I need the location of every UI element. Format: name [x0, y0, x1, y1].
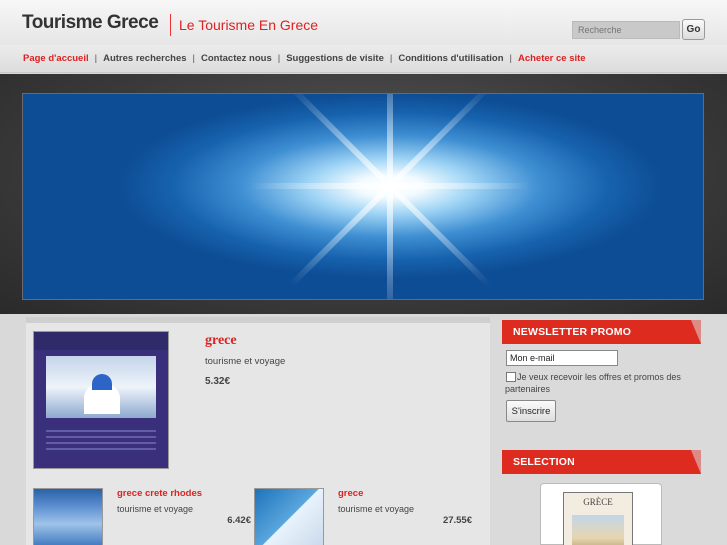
newsletter-form: Je veux recevoir les offres et promos de… — [502, 344, 701, 424]
product-card: grece crete rhodes tourisme et voyage 6.… — [33, 488, 253, 545]
title-divider — [170, 14, 171, 36]
email-field[interactable] — [506, 350, 618, 366]
sidebar: NEWSLETTER PROMO Je veux recevoir les of… — [491, 317, 727, 545]
main-nav: Page d'accueil | Autres recherches | Con… — [0, 45, 727, 73]
search-button[interactable]: Go — [682, 19, 705, 40]
partner-offers-label: Je veux recevoir les offres et promos de… — [505, 372, 681, 394]
product-description: tourisme et voyage — [338, 504, 415, 514]
product-image[interactable] — [254, 488, 324, 545]
newsletter-heading-text: NEWSLETTER PROMO — [513, 326, 632, 338]
book-cover-title: GRÈCE — [583, 497, 613, 507]
subscribe-button[interactable]: S'inscrire — [506, 400, 556, 422]
nav-separator: | — [277, 53, 281, 64]
selection-book-cover[interactable]: GRÈCE — [563, 492, 633, 545]
nav-item-autres-recherches[interactable]: Autres recherches — [103, 53, 186, 64]
selection-box: GRÈCE — [540, 483, 662, 545]
nav-separator: | — [192, 53, 195, 64]
site-header: Tourisme Grece Le Tourisme En Grece Go — [0, 0, 727, 45]
site-title[interactable]: Tourisme Grece — [22, 12, 159, 34]
banner-image — [22, 93, 704, 300]
featured-product-image[interactable] — [33, 331, 169, 469]
nav-item-home[interactable]: Page d'accueil — [23, 53, 89, 64]
nav-separator: | — [509, 53, 512, 64]
product-title[interactable]: grece — [338, 488, 363, 499]
product-image[interactable] — [33, 488, 103, 545]
nav-item-suggestions[interactable]: Suggestions de visite — [286, 53, 384, 64]
nav-list: Page d'accueil | Autres recherches | Con… — [23, 53, 586, 64]
nav-item-contact[interactable]: Contactez nous — [201, 53, 272, 64]
featured-product-title[interactable]: grece — [205, 333, 237, 349]
featured-product-description: tourisme et voyage — [205, 356, 286, 367]
selection-heading: SELECTION — [502, 450, 701, 474]
product-price: 6.42€ — [227, 515, 251, 526]
banner-frame — [0, 74, 727, 314]
content-top-bar — [26, 317, 490, 323]
search-input[interactable] — [572, 21, 680, 39]
product-price: 27.55€ — [442, 515, 472, 526]
main-content: grece tourisme et voyage 5.32€ grece cre… — [26, 317, 490, 545]
nav-item-acheter[interactable]: Acheter ce site — [518, 53, 586, 64]
partner-offers-checkbox[interactable] — [506, 372, 516, 382]
product-card: grece tourisme et voyage 27.55€ — [254, 488, 474, 545]
corner-fold-icon — [691, 450, 701, 474]
corner-fold-icon — [691, 320, 701, 344]
selection-heading-text: SELECTION — [513, 456, 575, 468]
featured-product-price: 5.32€ — [205, 376, 231, 387]
site-slogan: Le Tourisme En Grece — [179, 17, 319, 33]
newsletter-heading: NEWSLETTER PROMO — [502, 320, 701, 344]
product-title[interactable]: grece crete rhodes — [117, 488, 202, 499]
nav-separator: | — [94, 53, 98, 64]
nav-item-conditions[interactable]: Conditions d'utilisation — [398, 53, 503, 64]
nav-separator: | — [389, 53, 393, 64]
product-description: tourisme et voyage — [117, 504, 194, 514]
